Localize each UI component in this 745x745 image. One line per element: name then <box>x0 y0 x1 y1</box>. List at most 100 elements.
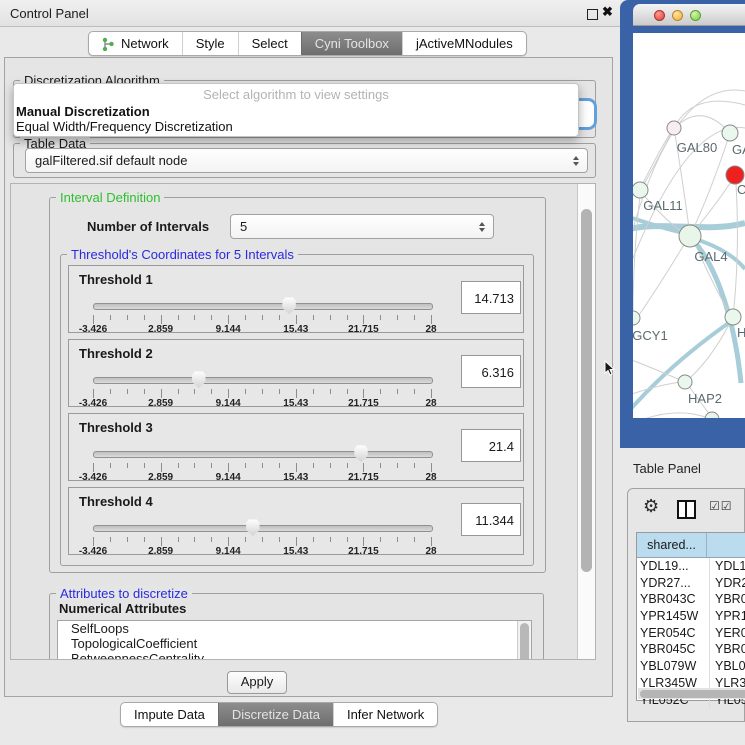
table-row[interactable]: YDR27...YDR27 <box>637 575 745 592</box>
cell-shared-name[interactable]: YBR045C <box>637 641 710 658</box>
network-node[interactable] <box>633 311 640 325</box>
number-of-intervals-combobox[interactable]: 5 <box>230 214 494 239</box>
cell-shared-name[interactable]: YBL079W <box>637 658 710 675</box>
threshold-slider[interactable] <box>93 525 433 532</box>
network-node[interactable] <box>705 412 719 418</box>
table-row[interactable]: YBR045CYBR04 <box>637 641 745 658</box>
table-row[interactable]: YBL079WYBL07 <box>637 658 745 675</box>
tab-cyni-toolbox[interactable]: Cyni Toolbox <box>301 32 402 55</box>
cell-shared-name[interactable]: YER054C <box>637 625 710 642</box>
numerical-attributes-list: SelfLoopsTopologicalCoefficientBetweenne… <box>57 620 532 660</box>
attribute-list-item[interactable]: TopologicalCoefficient <box>58 636 531 651</box>
apply-button[interactable]: Apply <box>227 671 287 694</box>
attributes-group-title: Attributes to discretize <box>56 586 192 601</box>
table-row[interactable]: YPR145WYPR14 <box>637 608 745 625</box>
node-label: HAP2 <box>688 391 722 406</box>
slider-handle[interactable] <box>246 519 260 536</box>
threshold-slider[interactable] <box>93 303 433 310</box>
gear-icon[interactable]: ⚙ <box>643 496 659 517</box>
cell-name[interactable]: YDR27 <box>710 575 745 592</box>
close-icon[interactable]: ✖ <box>602 4 613 20</box>
scrollbar-thumb[interactable] <box>520 623 529 660</box>
control-panel-tabs: Network Style Select Cyni Toolbox jActiv… <box>88 31 527 56</box>
tab-infer-network[interactable]: Infer Network <box>333 703 437 726</box>
cell-name[interactable]: YPR14 <box>710 608 745 625</box>
table-data-combobox[interactable]: galFiltered.sif default node <box>25 148 588 173</box>
network-node[interactable] <box>725 309 741 325</box>
algorithm-option-equal-width[interactable]: Equal Width/Frequency Discretization <box>14 119 578 134</box>
attribute-list-item[interactable]: SelfLoops <box>58 621 531 636</box>
tick-label: 21.715 <box>348 398 379 409</box>
threshold-slider[interactable] <box>93 377 433 384</box>
network-node[interactable] <box>678 375 692 389</box>
table-panel-window: ⚙ ☑☑ shared... na YDL19...YDL19YDR27...Y… <box>627 488 745 722</box>
attributes-list-scrollbar[interactable] <box>517 621 531 660</box>
scrollbar-thumb[interactable] <box>581 209 592 572</box>
tick-label: -3.426 <box>79 472 107 483</box>
minimize-traffic-light[interactable] <box>672 10 683 21</box>
cell-shared-name[interactable]: YDL19... <box>637 558 710 575</box>
attributes-group: Attributes to discretize Numerical Attri… <box>49 593 544 660</box>
threshold-value-field[interactable]: 14.713 <box>461 281 521 314</box>
network-node[interactable] <box>667 121 681 135</box>
tab-impute-data[interactable]: Impute Data <box>121 703 218 726</box>
float-window-icon[interactable] <box>587 9 598 20</box>
threshold-value-field[interactable]: 21.4 <box>461 429 521 462</box>
tick-label: 15.43 <box>283 398 308 409</box>
tick-label: 9.144 <box>216 398 241 409</box>
node-label: GAL80 <box>677 140 717 155</box>
network-node[interactable] <box>633 182 648 198</box>
settings-vertical-scrollbar[interactable] <box>577 184 595 659</box>
network-node[interactable] <box>679 225 701 247</box>
thresholds-group: Threshold's Coordinates for 5 Intervals … <box>60 254 534 566</box>
slider-handle[interactable] <box>354 445 368 462</box>
close-traffic-light[interactable] <box>654 10 665 21</box>
thresholds-group-title: Threshold's Coordinates for 5 Intervals <box>67 247 298 262</box>
screen: Control Panel ✖ Network Style Select Cyn… <box>0 0 745 745</box>
table-row[interactable]: YBR043CYBR04 <box>637 591 745 608</box>
slider-handle[interactable] <box>282 297 296 314</box>
cell-name[interactable]: YER05 <box>710 625 745 642</box>
tab-select[interactable]: Select <box>238 32 301 55</box>
network-node[interactable] <box>722 125 738 141</box>
tick-label: 2.859 <box>148 324 173 335</box>
cell-name[interactable]: YBR04 <box>710 591 745 608</box>
tick-label: 28 <box>425 398 436 409</box>
select-columns-icon[interactable]: ☑☑ <box>709 499 733 513</box>
algorithm-placeholder-option[interactable]: Select algorithm to view settings <box>14 84 578 104</box>
column-header-name[interactable]: na <box>707 533 745 557</box>
split-columns-icon[interactable] <box>677 500 696 519</box>
tab-style[interactable]: Style <box>182 32 238 55</box>
cell-shared-name[interactable]: YBR043C <box>637 591 710 608</box>
tab-discretize-data[interactable]: Discretize Data <box>218 703 333 726</box>
tick-label: 15.43 <box>283 472 308 483</box>
algorithm-option-manual[interactable]: Manual Discretization <box>14 104 578 119</box>
cell-name[interactable]: YBL07 <box>710 658 745 675</box>
cell-name[interactable]: YDL19 <box>710 558 745 575</box>
attribute-list-item[interactable]: BetweennessCentrality <box>58 651 531 660</box>
slider-tick-labels: -3.4262.8599.14415.4321.71528 <box>93 546 431 557</box>
slider-handle[interactable] <box>192 371 206 388</box>
cell-name[interactable]: YBR04 <box>710 641 745 658</box>
tab-jactivemnodules[interactable]: jActiveMNodules <box>402 32 526 55</box>
table-row[interactable]: YDL19...YDL19 <box>637 558 745 575</box>
threshold-label: Threshold 3 <box>79 420 153 435</box>
threshold-panel: Threshold 2 -3.4262.8599.14415.4321.7152… <box>68 339 524 407</box>
table-horizontal-scrollbar[interactable] <box>638 688 745 699</box>
tick-label: 2.859 <box>148 398 173 409</box>
column-header-shared-name[interactable]: shared... <box>637 533 707 557</box>
mouse-cursor <box>604 360 616 377</box>
zoom-traffic-light[interactable] <box>690 10 701 21</box>
threshold-value-field[interactable]: 11.344 <box>461 503 521 536</box>
tick-label: 21.715 <box>348 472 379 483</box>
table-data-selected-value: galFiltered.sif default node <box>35 153 187 168</box>
tab-network[interactable]: Network <box>89 32 182 55</box>
threshold-slider[interactable] <box>93 451 433 458</box>
cell-shared-name[interactable]: YPR145W <box>637 608 710 625</box>
table-row[interactable]: YER054CYER05 <box>637 625 745 642</box>
tab-network-label: Network <box>121 36 169 51</box>
scrollbar-thumb[interactable] <box>640 690 745 698</box>
threshold-value-field[interactable]: 6.316 <box>461 355 521 388</box>
network-canvas[interactable]: GAL80GAGAL11GAL4GCY1HHAP2C <box>633 33 745 418</box>
cell-shared-name[interactable]: YDR27... <box>637 575 710 592</box>
